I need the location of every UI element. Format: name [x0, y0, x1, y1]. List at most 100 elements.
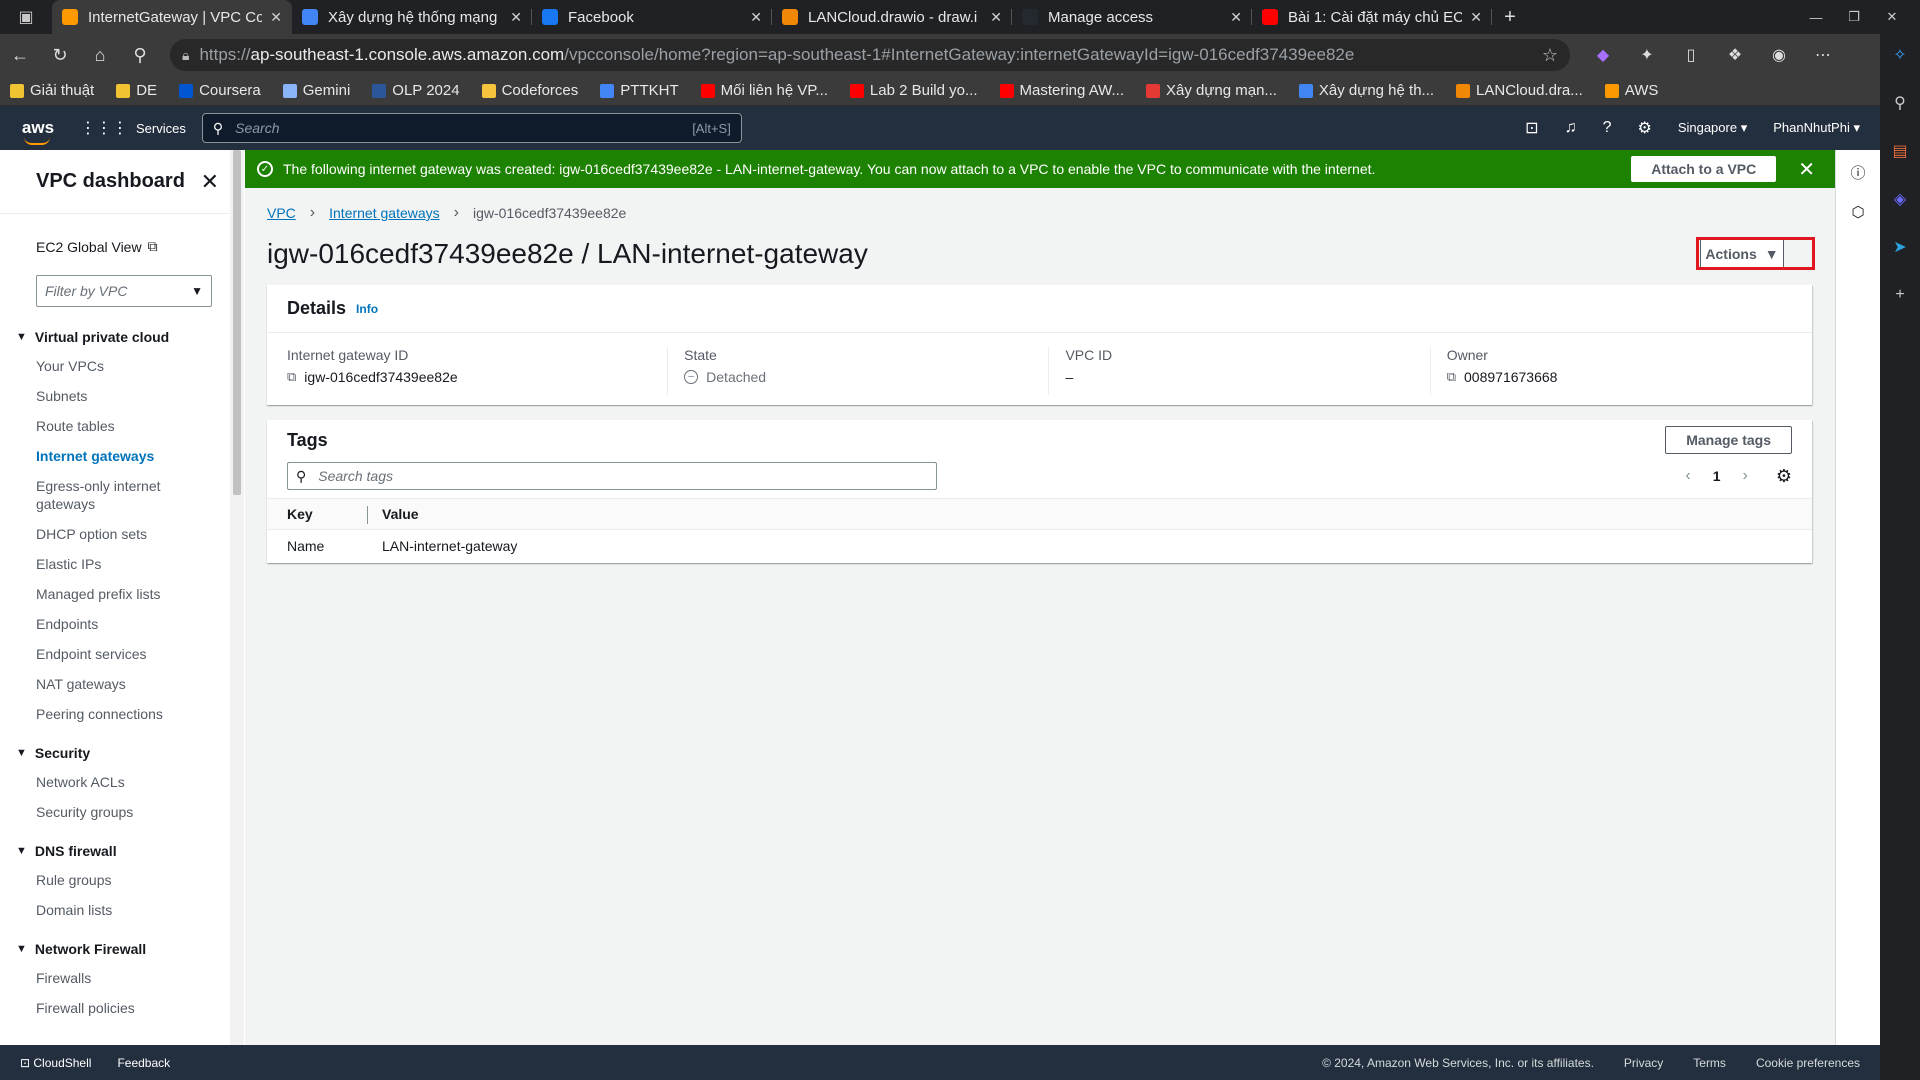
next-page-icon[interactable]: ›: [1743, 467, 1748, 485]
bookmark-item[interactable]: AWS: [1604, 82, 1658, 99]
sidebar-item[interactable]: Security groups: [0, 803, 243, 821]
profile-avatar-icon[interactable]: ◉: [1762, 40, 1796, 70]
ec2-global-view-link[interactable]: EC2 Global View ⧉: [0, 214, 243, 255]
bookmark-item[interactable]: DE: [116, 82, 157, 99]
terms-link[interactable]: Terms: [1693, 1056, 1726, 1070]
close-sidebar-icon[interactable]: ✕: [201, 169, 219, 195]
browser-tab[interactable]: Bài 1: Cài đặt máy chủ EC2 ✕: [1252, 0, 1492, 34]
bookmark-item[interactable]: Gemini: [282, 82, 350, 99]
bookmark-item[interactable]: Xây dựng hệ th...: [1298, 82, 1434, 99]
search-tags-input[interactable]: ⚲ Search tags: [287, 462, 937, 490]
scrollbar-thumb[interactable]: [233, 150, 241, 495]
more-menu-icon[interactable]: ⋯: [1806, 40, 1840, 70]
filter-by-vpc-select[interactable]: Filter by VPC ▼: [36, 275, 212, 307]
aws-logo[interactable]: aws: [0, 118, 76, 145]
privacy-link[interactable]: Privacy: [1624, 1056, 1663, 1070]
breadcrumb-internet-gateways[interactable]: Internet gateways: [329, 205, 440, 221]
new-tab-button[interactable]: +: [1492, 6, 1528, 29]
sidebar-item[interactable]: Elastic IPs: [0, 555, 243, 573]
sidebar-item[interactable]: Domain lists: [0, 901, 243, 919]
split-screen-icon[interactable]: ▯: [1674, 40, 1708, 70]
info-panel-icon[interactable]: ⓘ: [1848, 162, 1868, 182]
bookmark-item[interactable]: Xây dựng mạn...: [1145, 82, 1277, 99]
browser-tab[interactable]: Xây dựng hệ thống mạng ✕: [292, 0, 532, 34]
breadcrumb-vpc[interactable]: VPC: [267, 205, 296, 221]
sidebar-item[interactable]: Network ACLs: [0, 773, 243, 791]
lock-icon[interactable]: 🔒︎: [182, 47, 189, 64]
sidebar-item[interactable]: DHCP option sets: [0, 525, 243, 543]
sidebar-item[interactable]: Rule groups: [0, 871, 243, 889]
close-tab-icon[interactable]: ✕: [1230, 9, 1242, 26]
sidebar-item[interactable]: Your VPCs: [0, 357, 243, 375]
sidebar-item[interactable]: Endpoints: [0, 615, 243, 633]
search-sidebar-icon[interactable]: ⚲: [1887, 90, 1913, 116]
sidebar-item[interactable]: Firewalls: [0, 969, 243, 987]
browser-tab[interactable]: Manage access ✕: [1012, 0, 1252, 34]
bookmark-item[interactable]: OLP 2024: [372, 82, 460, 99]
region-selector[interactable]: Singapore ▾: [1678, 120, 1747, 136]
key-column-header[interactable]: Key: [267, 506, 382, 524]
home-icon[interactable]: ⌂: [80, 39, 120, 71]
collections-icon[interactable]: ❖: [1718, 40, 1752, 70]
account-menu[interactable]: PhanNhutPhi ▾: [1773, 120, 1860, 136]
services-menu-button[interactable]: ⋮⋮⋮ Services: [80, 118, 186, 138]
current-page[interactable]: 1: [1713, 468, 1721, 484]
cloudshell-icon[interactable]: ⊡: [1525, 118, 1538, 138]
sidebar-item[interactable]: Peering connections: [0, 705, 243, 723]
cookie-preferences-link[interactable]: Cookie preferences: [1756, 1056, 1860, 1070]
close-tab-icon[interactable]: ✕: [750, 9, 762, 26]
sidebar-section-header[interactable]: ▼ Virtual private cloud: [0, 329, 243, 345]
close-window-icon[interactable]: ✕: [1876, 5, 1908, 29]
sidebar-item[interactable]: Firewall policies: [0, 999, 243, 1017]
sidebar-item[interactable]: Subnets: [0, 387, 243, 405]
feedback-link[interactable]: Feedback: [117, 1056, 170, 1070]
hexagon-help-icon[interactable]: ⬡: [1848, 202, 1868, 222]
value-column-header[interactable]: Value: [382, 506, 419, 522]
dismiss-banner-icon[interactable]: ✕: [1798, 157, 1815, 182]
refresh-icon[interactable]: ↻: [40, 39, 80, 71]
sidebar-scrollbar[interactable]: [230, 150, 244, 1045]
back-icon[interactable]: ←: [0, 39, 40, 71]
sidebar-item[interactable]: NAT gateways: [0, 675, 243, 693]
help-icon[interactable]: ?: [1603, 119, 1612, 137]
sidebar-item[interactable]: Internet gateways: [0, 447, 243, 465]
cloudshell-button[interactable]: ⊡ CloudShell: [20, 1056, 91, 1070]
manage-tags-button[interactable]: Manage tags: [1665, 426, 1792, 454]
copy-icon[interactable]: ⧉: [287, 369, 296, 385]
close-tab-icon[interactable]: ✕: [990, 9, 1002, 26]
sidebar-section-header[interactable]: ▼ Security: [0, 745, 243, 761]
workspaces-icon[interactable]: ▣: [0, 0, 52, 34]
browser-tab[interactable]: Facebook ✕: [532, 0, 772, 34]
browser-tab[interactable]: InternetGateway | VPC Co ✕: [52, 0, 292, 34]
sidebar-item[interactable]: Egress-only internet gateways: [0, 477, 200, 513]
aws-search-input[interactable]: ⚲ Search [Alt+S]: [201, 113, 742, 143]
notifications-bell-icon[interactable]: ♫: [1565, 119, 1577, 137]
close-tab-icon[interactable]: ✕: [510, 9, 522, 26]
bookmark-item[interactable]: Lab 2 Build yo...: [849, 82, 978, 99]
sidebar-item[interactable]: Route tables: [0, 417, 243, 435]
bookmark-item[interactable]: PTTKHT: [600, 82, 679, 99]
url-field[interactable]: 🔒︎ https:// ap-southeast-1.console.aws.a…: [170, 39, 1570, 71]
add-sidebar-app-icon[interactable]: +: [1887, 282, 1913, 308]
bookmark-item[interactable]: Mối liên hệ VP...: [700, 82, 828, 99]
copilot-icon[interactable]: ✧: [1887, 42, 1913, 68]
sidebar-section-header[interactable]: ▼ DNS firewall: [0, 843, 243, 859]
settings-gear-icon[interactable]: ⚙: [1637, 118, 1651, 138]
bookmark-item[interactable]: Giải thuật: [10, 82, 94, 99]
copilot-sidebar-icon[interactable]: ◈: [1887, 186, 1913, 212]
bookmark-item[interactable]: LANCloud.dra...: [1456, 82, 1583, 99]
browser-tab[interactable]: LANCloud.drawio - draw.i ✕: [772, 0, 1012, 34]
sidebar-section-header[interactable]: ▼ Network Firewall: [0, 941, 243, 957]
search-icon[interactable]: ⚲: [120, 39, 160, 71]
info-link[interactable]: Info: [356, 302, 378, 316]
restore-icon[interactable]: ❐: [1838, 5, 1870, 29]
copy-icon[interactable]: ⧉: [1447, 369, 1456, 385]
close-tab-icon[interactable]: ✕: [1470, 9, 1482, 26]
sidebar-item[interactable]: Endpoint services: [0, 645, 243, 663]
bookmark-item[interactable]: Codeforces: [481, 82, 578, 99]
extensions-icon[interactable]: ✦: [1630, 40, 1664, 70]
sidebar-title[interactable]: VPC dashboard: [36, 170, 185, 193]
telegram-icon[interactable]: ➤: [1887, 234, 1913, 260]
bookmark-item[interactable]: Coursera: [179, 82, 261, 99]
close-tab-icon[interactable]: ✕: [270, 9, 282, 26]
